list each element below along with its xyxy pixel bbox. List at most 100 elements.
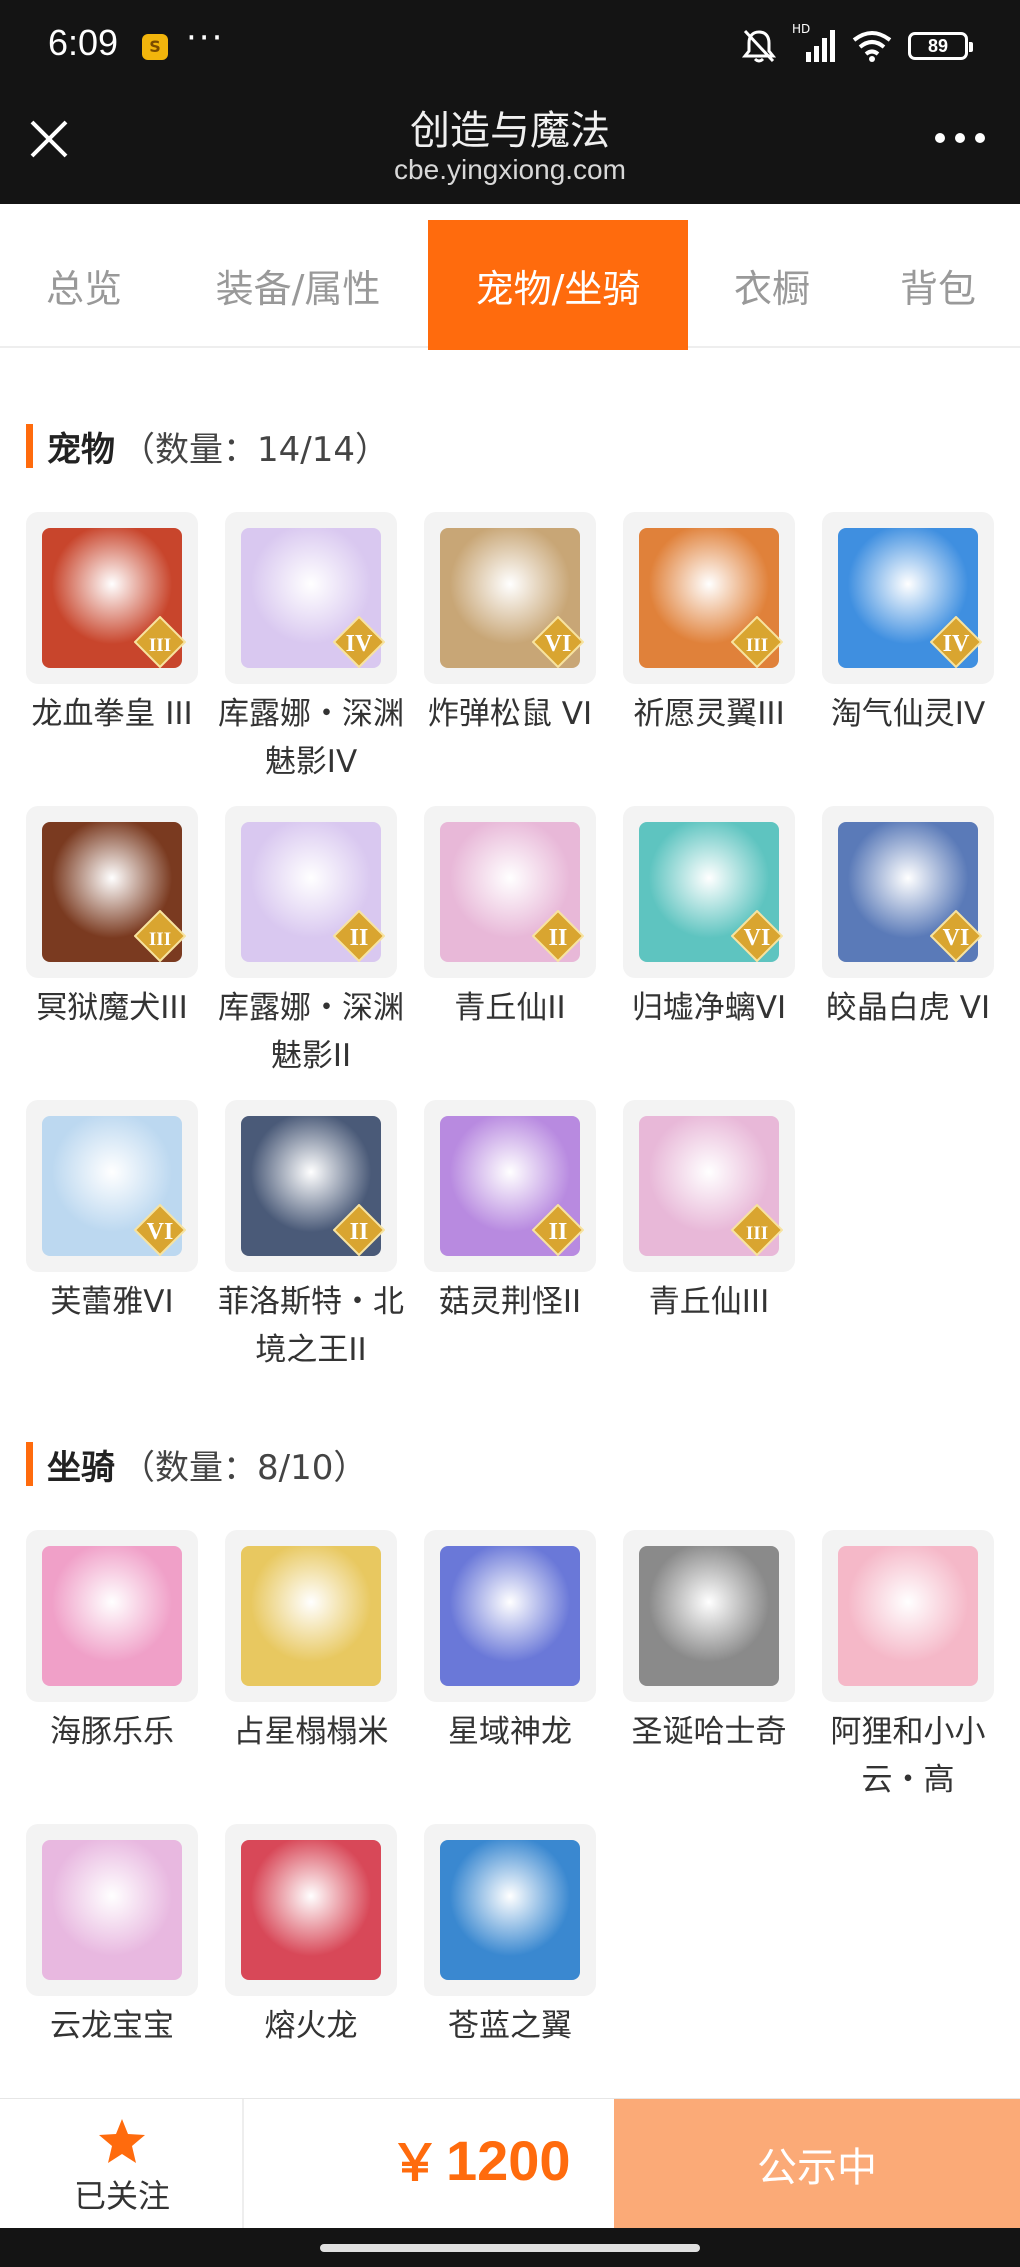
tab-backpack[interactable]: 背包 bbox=[856, 220, 1020, 350]
page-title: 创造与魔法 bbox=[410, 108, 610, 154]
tier-badge-icon: IV bbox=[930, 616, 982, 668]
mount-name: 熔火龙 bbox=[264, 2008, 358, 2044]
title-bar: 创造与魔法 cbe.yingxiong.com bbox=[0, 96, 1020, 204]
section-accent-bar bbox=[26, 424, 33, 468]
pet-name: 青丘仙III bbox=[648, 1284, 770, 1320]
tab-equipment[interactable]: 装备/属性 bbox=[168, 220, 428, 350]
pet-thumbnail: VI bbox=[822, 806, 994, 978]
pet-name: 祈愿灵翼III bbox=[633, 696, 785, 732]
mount-image bbox=[639, 1546, 779, 1686]
pet-name: 库露娜・深渊魅影IV bbox=[218, 696, 404, 780]
pet-name: 菇灵荆怪II bbox=[438, 1284, 582, 1320]
pet-thumbnail: IV bbox=[822, 512, 994, 684]
mount-thumbnail bbox=[26, 1530, 198, 1702]
mount-image bbox=[838, 1546, 978, 1686]
tier-label: II bbox=[350, 925, 369, 951]
pets-section-title: 宠物 （数量：14/14） bbox=[26, 423, 389, 470]
tier-label: II bbox=[350, 1219, 369, 1245]
hd-label: HD bbox=[792, 22, 811, 36]
mount-thumbnail bbox=[424, 1824, 596, 1996]
tier-label: II bbox=[549, 1219, 568, 1245]
mount-name: 星域神龙 bbox=[448, 1714, 572, 1750]
pets-title: 宠物 bbox=[47, 429, 115, 470]
tier-label: VI bbox=[545, 631, 572, 657]
tab-wardrobe[interactable]: 衣橱 bbox=[688, 220, 856, 350]
status-icons: HD 89 bbox=[742, 22, 973, 66]
section-accent-bar bbox=[26, 1442, 33, 1486]
mount-image bbox=[241, 1546, 381, 1686]
publicity-status-button[interactable]: 公示中 bbox=[614, 2099, 1020, 2229]
price-value: 1200 bbox=[446, 2129, 571, 2192]
mount-thumbnail bbox=[225, 1530, 397, 1702]
currency-symbol: ￥ bbox=[390, 2135, 440, 2191]
more-options-icon[interactable] bbox=[934, 128, 986, 148]
tier-label: III bbox=[149, 929, 171, 950]
tier-label: III bbox=[746, 1223, 768, 1244]
mounts-title: 坐骑 bbox=[47, 1447, 115, 1488]
pet-thumbnail: II bbox=[424, 806, 596, 978]
pet-name: 菲洛斯特・北境之王II bbox=[218, 1284, 404, 1368]
tier-label: IV bbox=[346, 631, 373, 657]
tier-badge-icon: II bbox=[532, 1204, 584, 1256]
status-bar: 6:09 S ··· HD 89 bbox=[0, 0, 1020, 96]
mount-name: 阿狸和小小云・高 bbox=[830, 1714, 986, 1798]
tier-badge-icon: II bbox=[532, 910, 584, 962]
status-time: 6:09 bbox=[48, 22, 119, 63]
pet-thumbnail: III bbox=[26, 512, 198, 684]
battery-indicator: 89 bbox=[908, 32, 973, 60]
mount-thumbnail bbox=[225, 1824, 397, 1996]
pet-name: 淘气仙灵IV bbox=[830, 696, 986, 732]
pet-thumbnail: III bbox=[623, 512, 795, 684]
price: ￥ 1200 bbox=[390, 2123, 571, 2195]
tier-badge-icon: III bbox=[731, 1204, 783, 1256]
pet-thumbnail: VI bbox=[623, 806, 795, 978]
pet-thumbnail: VI bbox=[26, 1100, 198, 1272]
mount-image bbox=[440, 1546, 580, 1686]
mount-name: 海豚乐乐 bbox=[50, 1714, 174, 1750]
status-more-icon: ··· bbox=[186, 18, 225, 58]
tier-label: VI bbox=[943, 925, 970, 951]
tier-label: VI bbox=[147, 1219, 174, 1245]
mount-thumbnail bbox=[623, 1530, 795, 1702]
mount-name: 云龙宝宝 bbox=[50, 2008, 174, 2044]
follow-label: 已关注 bbox=[73, 2177, 170, 2215]
mount-image bbox=[241, 1840, 381, 1980]
tab-bar: 总览 装备/属性 宠物/坐骑 衣橱 背包 bbox=[0, 204, 1020, 350]
mount-name: 苍蓝之翼 bbox=[448, 2008, 572, 2044]
pet-name: 青丘仙II bbox=[454, 990, 566, 1026]
tier-label: II bbox=[549, 925, 568, 951]
tier-badge-icon: III bbox=[731, 616, 783, 668]
mount-name: 圣诞哈士奇 bbox=[631, 1714, 787, 1750]
home-gesture-handle[interactable] bbox=[320, 2244, 700, 2252]
pet-thumbnail: III bbox=[623, 1100, 795, 1272]
tier-label: III bbox=[746, 635, 768, 656]
pet-thumbnail: IV bbox=[225, 512, 397, 684]
tier-badge-icon: VI bbox=[532, 616, 584, 668]
pet-name: 芙蕾雅VI bbox=[50, 1284, 174, 1320]
tier-badge-icon: VI bbox=[134, 1204, 186, 1256]
bottom-action-bar: 已关注 ￥ 1200 公示中 bbox=[0, 2098, 1020, 2229]
page-domain: cbe.yingxiong.com bbox=[394, 154, 626, 185]
tier-badge-icon: VI bbox=[930, 910, 982, 962]
tab-overview[interactable]: 总览 bbox=[0, 220, 168, 350]
pet-name: 库露娜・深渊魅影II bbox=[218, 990, 404, 1074]
wifi-icon bbox=[852, 31, 892, 62]
pet-name: 冥狱魔犬III bbox=[36, 990, 188, 1026]
pet-name: 归墟净螭VI bbox=[631, 990, 787, 1026]
follow-button[interactable]: 已关注 bbox=[0, 2099, 244, 2229]
tier-badge-icon: III bbox=[134, 616, 186, 668]
tier-badge-icon: VI bbox=[731, 910, 783, 962]
signal-icon: HD bbox=[792, 22, 836, 64]
mount-thumbnail bbox=[26, 1824, 198, 1996]
mount-thumbnail bbox=[424, 1530, 596, 1702]
tab-pets-mounts[interactable]: 宠物/坐骑 bbox=[428, 220, 688, 350]
mounts-section-title: 坐骑 （数量：8/10） bbox=[26, 1441, 367, 1488]
tier-badge-icon: II bbox=[333, 1204, 385, 1256]
pets-count: （数量：14/14） bbox=[121, 429, 389, 470]
pet-thumbnail: III bbox=[26, 806, 198, 978]
mount-image bbox=[440, 1840, 580, 1980]
mount-image bbox=[42, 1546, 182, 1686]
system-nav-bar bbox=[0, 2228, 1020, 2267]
app-notification-icon: S bbox=[142, 34, 168, 60]
pet-thumbnail: II bbox=[225, 806, 397, 978]
